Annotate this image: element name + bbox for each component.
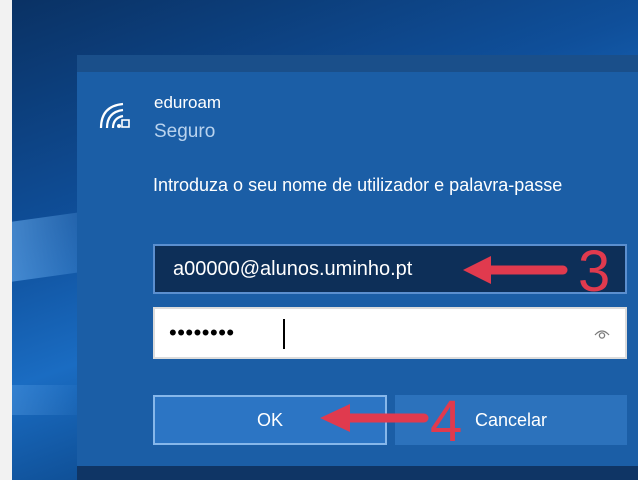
password-input[interactable]: •••••••• xyxy=(153,307,627,359)
annotation-arrow-ok xyxy=(320,404,429,432)
text-caret xyxy=(283,319,285,349)
credentials-prompt: Introduza o seu nome de utilizador e pal… xyxy=(153,175,563,195)
annotation-arrow-username xyxy=(463,256,568,284)
network-status: Seguro xyxy=(154,121,216,142)
eye-icon[interactable] xyxy=(593,325,611,343)
annotation-step-3: 3 xyxy=(578,239,611,304)
window-edge xyxy=(0,0,12,480)
flyout-top-strip xyxy=(77,55,638,72)
flyout-bottom-bar xyxy=(77,466,638,480)
wifi-secured-icon xyxy=(99,102,130,129)
password-masked-value: •••••••• xyxy=(169,320,235,345)
annotation-step-4: 4 xyxy=(430,389,463,454)
network-name: eduroam xyxy=(154,93,222,112)
network-header[interactable]: eduroam Seguro xyxy=(97,92,497,152)
